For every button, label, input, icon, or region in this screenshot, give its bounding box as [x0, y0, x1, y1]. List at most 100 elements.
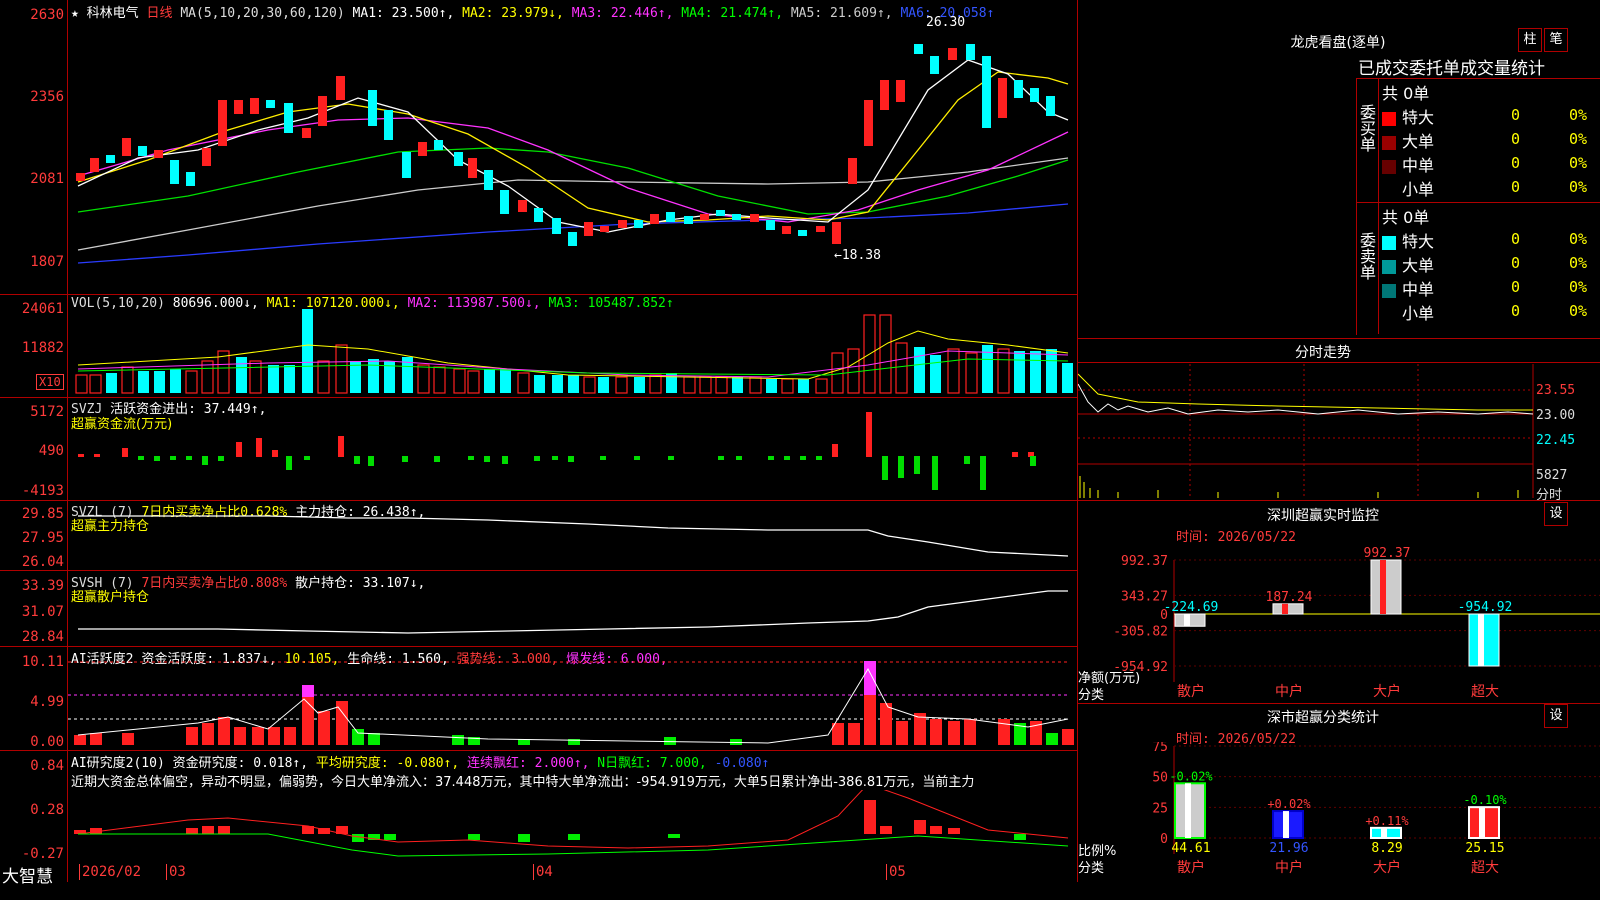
candlestick-chart[interactable]: 26.30 ←18.38	[68, 0, 1077, 294]
svzl-y-label: 27.95	[21, 530, 64, 546]
monitor-bar-stripe	[1380, 560, 1386, 615]
sell-row-xl: 特大	[1382, 228, 1434, 252]
dragon-tiger-title: 龙虎看盘(逐单)	[1290, 35, 1386, 51]
classify-value-label: 8.29	[1371, 841, 1402, 856]
brand-label: 大智慧	[2, 867, 53, 887]
intraday-price-label: 23.00	[1536, 408, 1576, 423]
monitor-bar-stripe	[1184, 614, 1190, 627]
right-panel: 龙虎看盘(逐单) 柱 笔 已成交委托单成交量统计 委买单 共 0单 特大 0 0…	[1078, 0, 1600, 900]
classify-bar-stripe	[1479, 807, 1485, 838]
bar-mode-button[interactable]: 柱	[1518, 28, 1542, 52]
high-note: 26.30	[926, 15, 965, 30]
sell-row-label: 大单	[1402, 256, 1435, 275]
intraday-title: 分时走势	[1295, 345, 1351, 361]
classify-bar-stripe	[1283, 811, 1289, 838]
classify-title: 深市超赢分类统计	[1267, 710, 1379, 726]
classify-bar-stripe	[1381, 827, 1387, 838]
buy-pct: 0%	[1569, 154, 1588, 172]
color-swatch	[1382, 111, 1396, 126]
monitor-category-label: 散户	[1177, 683, 1205, 700]
sell-row-l: 大单	[1382, 252, 1434, 276]
monitor-tick-label: -305.82	[1113, 625, 1168, 640]
sell-row-label: 小单	[1402, 304, 1435, 323]
ai-research-streak: 连续飘红: 2.000↑,	[467, 756, 590, 771]
sell-pct: 0%	[1569, 254, 1588, 272]
monitor-category-label: 大户	[1373, 683, 1401, 700]
ai-research-label: AI研究度2(10)	[71, 756, 165, 771]
date-tick: 05	[886, 864, 906, 880]
monitor-value-label: 187.24	[1266, 590, 1313, 605]
ai-research-summary: 近期大资金总体偏空，异动不明显，偏弱势，今日大单净流入：37.448万元，其中特…	[71, 775, 975, 790]
ai-research-avg: 平均研究度: -0.080↑,	[315, 756, 460, 771]
ai-research-fund: 资金研究度: 0.018↑,	[172, 756, 309, 771]
classify-change-label: -0.02%	[1169, 769, 1213, 783]
classify-bar-chart[interactable]: 75 50 25 0 -0.02% 44.61 散户 +0.02% 21.96 中户 +0.11% 8…	[1078, 742, 1600, 900]
sell-total: 共 0单	[1382, 208, 1430, 227]
ai-active-y-label: 10.11	[21, 654, 64, 670]
color-swatch	[1382, 283, 1396, 298]
svsh-y-label: 28.84	[21, 629, 64, 645]
classify-category-label: 超大	[1471, 860, 1499, 876]
main-y-label: 2081	[30, 171, 64, 187]
buy-row-label: 小单	[1402, 180, 1435, 199]
monitor-tick-label: 343.27	[1121, 589, 1168, 604]
svsh-line	[78, 590, 1068, 634]
svzj-y-label: 5172	[30, 404, 64, 420]
ai-research-nday: N日飘红: 7.000,	[597, 756, 707, 771]
buy-pct: 0%	[1569, 178, 1588, 196]
kline-area[interactable]: ★ 科林电气 日线 MA(5,10,20,30,60,120) MA1: 23.…	[0, 0, 1078, 887]
classify-tick-label: 25	[1152, 801, 1168, 816]
svsh-y-label: 31.07	[21, 604, 64, 620]
monitor-bar-stripe	[1478, 614, 1484, 666]
monitor-bar-chart[interactable]: 992.37343.270-305.82-954.92-224.69散户187.…	[1078, 540, 1600, 702]
classify-category-label: 大户	[1373, 859, 1401, 876]
low-note: ←18.38	[834, 248, 881, 263]
svsh-y-label: 33.39	[21, 578, 64, 594]
main-y-label: 1807	[30, 254, 64, 270]
ai-active-y-label: 0.00	[30, 734, 64, 750]
svzj-y-label: -4193	[21, 483, 64, 499]
color-swatch	[1382, 259, 1396, 274]
monitor-settings-button[interactable]: 设	[1544, 502, 1568, 526]
buy-count: 0	[1511, 154, 1521, 172]
sell-count: 0	[1511, 278, 1521, 296]
monitor-tick-label: -954.92	[1113, 660, 1168, 675]
color-swatch	[1382, 135, 1396, 150]
main-y-label: 2630	[30, 7, 64, 23]
monitor-title: 深圳超赢实时监控	[1267, 508, 1379, 524]
intraday-price-label: 22.45	[1536, 433, 1576, 448]
sell-side-label: 委卖单	[1357, 232, 1376, 280]
classify-value-label: 44.61	[1171, 841, 1210, 856]
classify-settings-button[interactable]: 设	[1544, 704, 1568, 728]
classify-category-label: 中户	[1275, 859, 1303, 876]
vol-unit-badge: X10	[36, 374, 64, 390]
sell-row-label: 特大	[1402, 232, 1435, 251]
ai-research-last: -0.080↑	[714, 756, 770, 771]
sell-pct: 0%	[1569, 302, 1588, 320]
buy-total: 共 0单	[1382, 84, 1430, 103]
date-tick: 03	[166, 864, 186, 880]
brush-mode-button[interactable]: 笔	[1544, 28, 1568, 52]
classify-tick-label: 0	[1160, 832, 1168, 847]
svzl-y-label: 29.85	[21, 506, 64, 522]
ai-research-y-label: -0.27	[21, 846, 64, 862]
buy-count: 0	[1511, 178, 1521, 196]
vol-y-label: 11882	[21, 340, 64, 356]
monitor-value-label: -224.69	[1164, 600, 1219, 615]
svzj-y-label: 490	[38, 443, 64, 459]
classify-change-label: +0.11%	[1365, 814, 1409, 828]
buy-count: 0	[1511, 106, 1521, 124]
buy-side-label: 委买单	[1357, 104, 1376, 152]
color-swatch	[1382, 159, 1396, 174]
intraday-vol-label: 5827	[1536, 468, 1568, 483]
volume-bars	[75, 309, 1073, 394]
classify-change-label: -0.10%	[1463, 793, 1507, 807]
monitor-value-label: -954.92	[1458, 600, 1513, 615]
sell-pct: 0%	[1569, 278, 1588, 296]
classify-value-label: 25.15	[1465, 841, 1504, 856]
classify-category-label: 散户	[1177, 859, 1205, 876]
ai-research-y-label: 0.84	[30, 758, 64, 774]
sell-pct: 0%	[1569, 230, 1588, 248]
buy-pct: 0%	[1569, 106, 1588, 124]
intraday-chart[interactable]	[1078, 364, 1600, 498]
